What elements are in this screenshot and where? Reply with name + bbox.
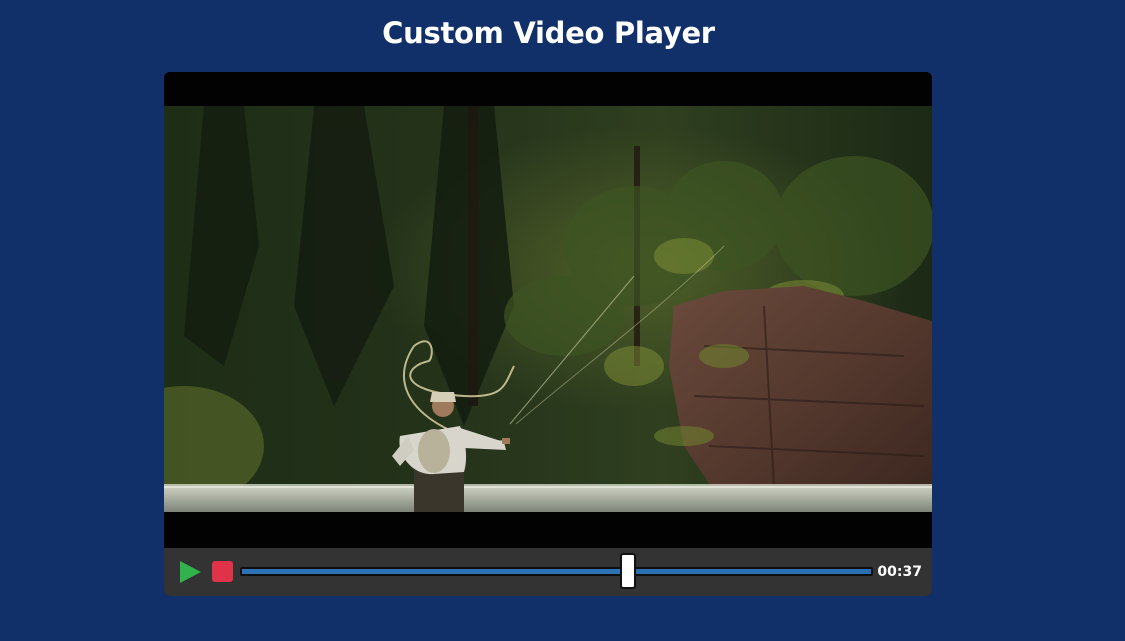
seek-progress xyxy=(242,569,628,574)
play-button[interactable] xyxy=(178,560,202,584)
video-frame xyxy=(164,106,932,512)
video-screen[interactable] xyxy=(164,72,932,548)
video-player: 00:37 xyxy=(164,72,932,596)
page-title: Custom Video Player xyxy=(382,16,715,50)
video-still-image xyxy=(164,106,932,512)
play-icon xyxy=(180,561,201,583)
seek-bar[interactable] xyxy=(240,567,873,576)
controls-bar: 00:37 xyxy=(164,548,932,596)
seek-handle[interactable] xyxy=(620,553,637,589)
time-display: 00:37 xyxy=(877,564,922,580)
stop-button[interactable] xyxy=(212,561,233,582)
